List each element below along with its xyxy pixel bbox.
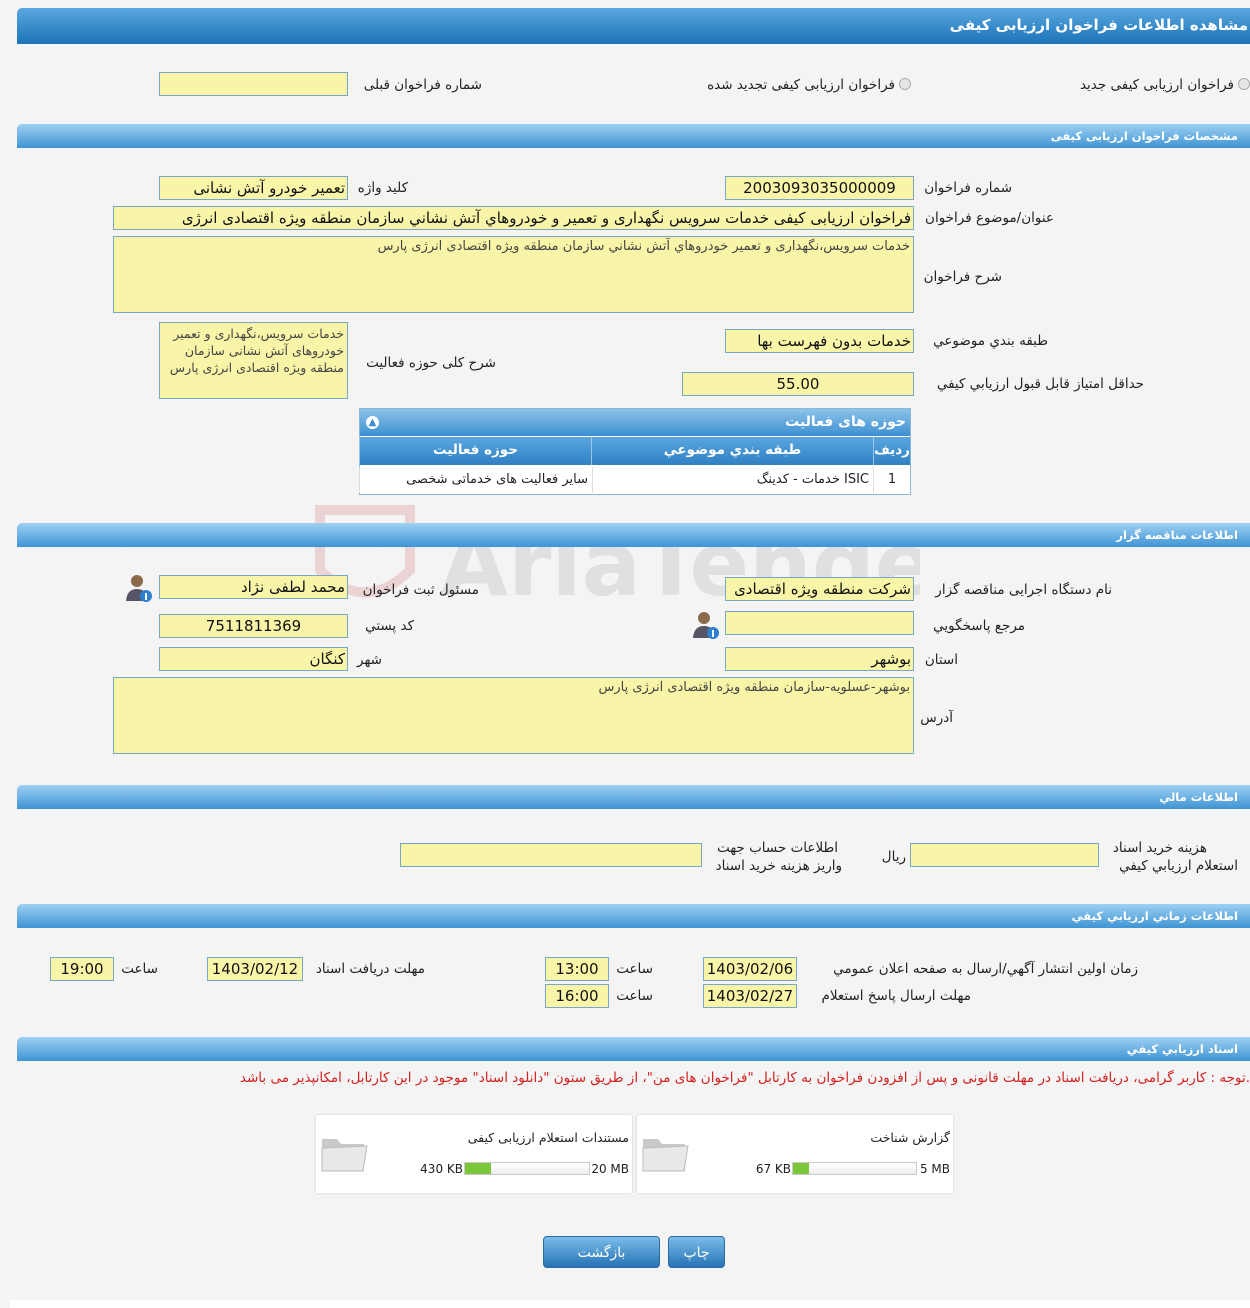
section-specs: مشخصات فراخوان ارزیابی کیفی	[17, 124, 1250, 148]
activity-grid: حوزه های فعالیت ▲ ردیف طبقه بندي موضوعي …	[359, 408, 911, 495]
col-category[interactable]: طبقه بندي موضوعي	[591, 437, 873, 465]
receive-time-field[interactable]: 19:00	[50, 957, 114, 981]
postal-field[interactable]: 7511811369	[159, 614, 348, 638]
document-card[interactable]: مستندات استعلام ارزیابی کیفی 20 MB 430 K…	[316, 1115, 632, 1193]
document-size-bar-fill	[465, 1163, 491, 1174]
min-score-label: حداقل امتياز قابل قبول ارزيابي کيفي	[936, 376, 1144, 392]
reference-label: مرجع پاسخگويي	[933, 618, 1025, 634]
document-max-size: 5 MB	[919, 1162, 950, 1176]
col-row[interactable]: ردیف	[873, 437, 910, 465]
answer-time-field[interactable]: 16:00	[545, 984, 609, 1008]
receive-date-field[interactable]: 1403/02/12	[207, 957, 303, 981]
prev-number-label: شماره فراخوان قبلی	[363, 77, 482, 93]
grid-cell-row: 1	[873, 467, 910, 493]
answer-time-label: ساعت	[616, 988, 653, 1004]
title-label: عنوان/موضوع فراخوان	[925, 210, 1054, 226]
activity-desc-field[interactable]: خدمات سرويس،نگهداری و تعمير خودروهای آتش…	[159, 322, 348, 399]
prev-number-field[interactable]	[159, 72, 348, 96]
document-card[interactable]: گزارش شناخت 5 MB 67 KB	[637, 1115, 953, 1193]
keyword-field[interactable]: تعمیر خودرو آتش نشانی	[159, 176, 348, 200]
document-size: 430 KB	[420, 1162, 463, 1176]
cost-label-2: استعلام ارزيابي کيفي	[1119, 858, 1238, 874]
publish-time-field[interactable]: 13:00	[545, 957, 609, 981]
title-field[interactable]: فراخوان ارزیابی کیفی خدمات سرویس نگهداری…	[113, 206, 914, 230]
keyword-label: کلید واژه	[357, 180, 408, 196]
address-field[interactable]: بوشهر-عسلويه-سازمان منطقه ويژه اقتصادی ا…	[113, 677, 914, 754]
account-label-2: واریز هزینه خرید اسناد	[715, 858, 842, 874]
watermark-logo: AriaTender.neT	[315, 505, 920, 616]
activity-desc-label: شرح کلی حوزه فعالیت	[366, 355, 496, 371]
document-size-bar	[792, 1162, 917, 1175]
collapse-icon[interactable]: ▲	[366, 416, 379, 429]
min-score-field[interactable]: 55.00	[682, 372, 914, 396]
publish-time-label: ساعت	[616, 961, 653, 977]
province-label: استان	[924, 652, 958, 668]
responsible-field[interactable]: محمد لطفی نژاد	[159, 575, 348, 599]
category-field[interactable]: خدمات بدون فهرست بها	[725, 329, 914, 353]
radio-renewed-call[interactable]	[899, 78, 911, 90]
grid-cell-category: خدمات - کدینگ ISIC	[592, 467, 873, 493]
col-activity[interactable]: حوزه فعالیت	[359, 437, 591, 465]
footer-strip	[10, 1300, 1250, 1308]
radio-new-call-label: فراخوان ارزیابی کیفی جدید	[1079, 77, 1234, 93]
category-label: طبقه بندي موضوعي	[933, 333, 1048, 349]
desc-label: شرح فراخوان	[923, 269, 1002, 285]
grid-cell-activity: سایر فعالیت های خدماتی شخصی	[359, 467, 591, 493]
number-label: شماره فراخوان	[924, 180, 1012, 196]
activity-grid-title: حوزه های فعالیت	[785, 414, 906, 430]
section-timing-title: اطلاعات زماني ارزيابي کيفي	[1071, 909, 1238, 923]
currency-label: ريال	[881, 849, 906, 865]
section-timing: اطلاعات زماني ارزيابي کيفي	[17, 904, 1250, 928]
desc-field[interactable]: خدمات سرويس،نگهداری و تعمير خودروهاي آتش…	[113, 236, 914, 313]
answer-label: مهلت ارسال پاسخ استعلام	[821, 988, 971, 1004]
document-name: مستندات استعلام ارزیابی کیفی	[467, 1130, 629, 1145]
city-field[interactable]: کنگان	[159, 647, 348, 671]
document-max-size: 20 MB	[591, 1162, 629, 1176]
user-info-icon[interactable]	[124, 573, 152, 603]
account-field[interactable]	[400, 843, 702, 867]
section-documents-title: اسناد ارزيابي کيفي	[1126, 1042, 1238, 1056]
reference-user-icon[interactable]	[691, 610, 719, 640]
back-button[interactable]: بازگشت	[543, 1236, 660, 1268]
folder-icon	[642, 1139, 689, 1172]
province-field[interactable]: بوشهر	[725, 647, 914, 671]
address-label: آدرس	[920, 710, 953, 726]
document-size-bar-fill	[793, 1163, 809, 1174]
account-label-1: اطلاعات حساب جهت	[716, 840, 838, 856]
receive-time-label: ساعت	[121, 961, 158, 977]
cost-label-1: هزينه خريد اسناد	[1112, 840, 1207, 856]
section-tenderer: اطلاعات مناقصه گزار	[17, 523, 1250, 547]
section-financial-title: اطلاعات مالي	[1159, 790, 1238, 804]
radio-renewed-call-label: فراخوان ارزیابی کیفی تجدید شده	[707, 77, 895, 93]
number-field[interactable]: 2003093035000009	[725, 176, 914, 200]
page-title-bar: مشاهده اطلاعات فراخوان ارزیابی کیفی	[17, 8, 1250, 44]
city-label: شهر	[357, 652, 382, 668]
documents-notice: توجه : کاربر گرامی، دریافت اسناد در مهلت…	[239, 1070, 1250, 1086]
document-size: 67 KB	[755, 1162, 791, 1176]
page-title: مشاهده اطلاعات فراخوان ارزیابی کیفی	[949, 16, 1248, 34]
document-size-bar	[464, 1162, 590, 1175]
cost-field[interactable]	[910, 843, 1099, 867]
responsible-label: مسئول ثبت فراخوان	[362, 582, 479, 598]
publish-label: زمان اولين انتشار آگهي/ارسال به صفحه اعل…	[833, 961, 1138, 977]
org-label: نام دستگاه اجرایی مناقصه گزار	[935, 582, 1112, 598]
answer-date-field[interactable]: 1403/02/27	[703, 984, 797, 1008]
section-financial: اطلاعات مالي	[17, 785, 1250, 809]
reference-field[interactable]	[725, 611, 914, 635]
org-field[interactable]: شرکت منطقه ویژه اقتصادی	[725, 577, 914, 601]
publish-date-field[interactable]: 1403/02/06	[703, 957, 797, 981]
section-documents: اسناد ارزيابي کيفي	[17, 1037, 1250, 1061]
postal-label: کد پستي	[365, 618, 414, 634]
receive-label: مهلت دريافت اسناد	[315, 961, 425, 977]
radio-new-call[interactable]	[1238, 78, 1250, 90]
document-name: گزارش شناخت	[870, 1130, 950, 1145]
print-button[interactable]: چاپ	[668, 1236, 725, 1268]
folder-icon	[321, 1139, 368, 1172]
section-tenderer-title: اطلاعات مناقصه گزار	[1116, 528, 1238, 542]
section-specs-title: مشخصات فراخوان ارزیابی کیفی	[1050, 129, 1238, 143]
activity-grid-header: حوزه های فعالیت ▲	[360, 409, 910, 436]
